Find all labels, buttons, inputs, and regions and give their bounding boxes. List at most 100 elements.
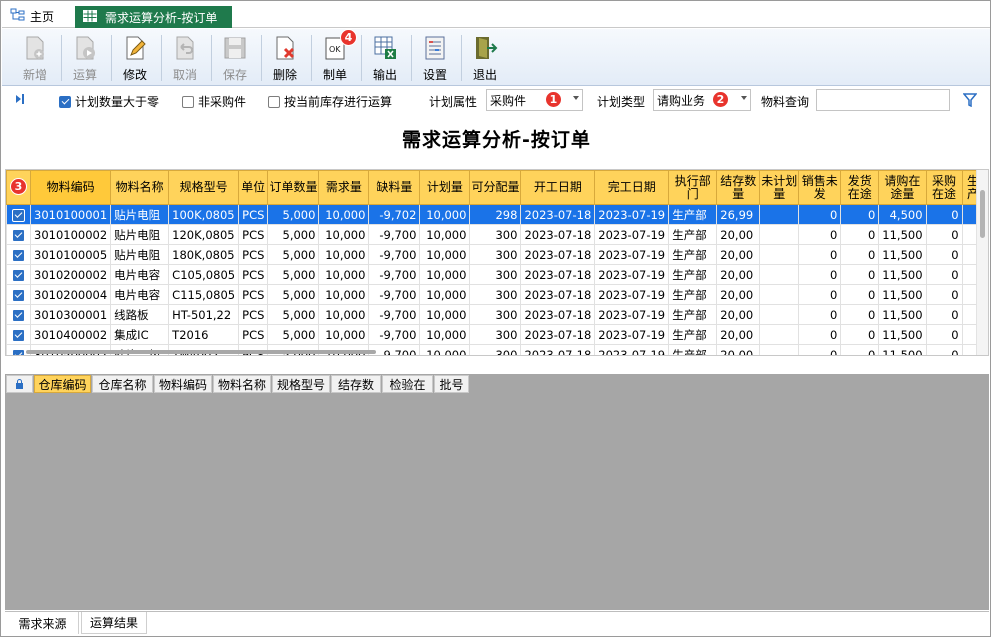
table-cell[interactable]: 300: [469, 304, 522, 325]
checkbox-checked-icon[interactable]: [12, 328, 25, 342]
table-cell[interactable]: 3010200004: [29, 284, 112, 305]
column-header[interactable]: 订单数量: [267, 170, 320, 205]
table-cell[interactable]: 2023-07-18: [520, 284, 596, 305]
table-cell[interactable]: 11,500: [878, 224, 927, 245]
table-cell[interactable]: [759, 284, 800, 305]
table-cell[interactable]: 2023-07-19: [594, 204, 670, 225]
table-cell[interactable]: 10,000: [419, 284, 471, 305]
table-cell[interactable]: 生产部: [668, 284, 718, 305]
table-cell[interactable]: 20,00: [716, 304, 761, 325]
column-header[interactable]: 采购在途: [925, 170, 963, 205]
table-cell[interactable]: -9,700: [368, 264, 421, 285]
table-cell[interactable]: 11,500: [878, 284, 927, 305]
table-row[interactable]: 3010100005 贴片电阻 180K,0805 PCS 5,000 10,000 -9,…: [6, 244, 985, 265]
table-cell[interactable]: 100K,0805: [168, 204, 240, 225]
table-cell[interactable]: 0: [798, 344, 842, 355]
column-header[interactable]: 发货在途: [840, 170, 880, 205]
table-cell[interactable]: 10,000: [318, 244, 370, 265]
table-cell[interactable]: 5,000: [267, 244, 320, 265]
column-header[interactable]: 完工日期: [594, 170, 670, 205]
row-checkbox[interactable]: [6, 324, 31, 345]
chevron-down-icon[interactable]: [573, 96, 579, 100]
table-cell[interactable]: 5,000: [267, 284, 320, 305]
table-row[interactable]: 3010100002 贴片电阻 120K,0805 PCS 5,000 10,000 -9,…: [6, 224, 985, 245]
table-cell[interactable]: 20,00: [716, 344, 761, 355]
table-row[interactable]: 3010100001 贴片电阻 100K,0805 PCS 5,000 10,000 -9,…: [6, 204, 985, 225]
table-row[interactable]: 3010400002 集成IC T2016 PCS 5,000 10,000 -9,700 1…: [6, 324, 985, 345]
table-cell[interactable]: 0: [925, 304, 963, 325]
table-cell[interactable]: 2023-07-18: [520, 324, 596, 345]
table-cell[interactable]: 2023-07-18: [520, 304, 596, 325]
table-cell[interactable]: -9,700: [368, 224, 421, 245]
column-header[interactable]: 规格型号: [168, 170, 240, 205]
settings-button[interactable]: 设置: [411, 32, 459, 84]
column-header[interactable]: 需求量: [318, 170, 370, 205]
column-header[interactable]: 物料编码: [29, 170, 112, 205]
table-cell[interactable]: 120K,0805: [168, 224, 240, 245]
tab-demand-analysis[interactable]: 需求运算分析-按订单: [75, 6, 232, 28]
table-cell[interactable]: 2023-07-19: [594, 284, 670, 305]
table-row[interactable]: 3010200002 电片电容 C105,0805 PCS 5,000 10,000 -9,…: [6, 264, 985, 285]
table-cell[interactable]: 2023-07-18: [520, 344, 596, 355]
row-checkbox[interactable]: [6, 284, 31, 305]
table-cell[interactable]: 3010300001: [29, 304, 112, 325]
table-cell[interactable]: 4,500: [878, 204, 927, 225]
table-cell[interactable]: -9,700: [368, 284, 421, 305]
table-cell[interactable]: 10,000: [318, 264, 370, 285]
table-cell[interactable]: 0: [840, 244, 880, 265]
table-cell[interactable]: 3010100002: [29, 224, 112, 245]
stock-column-header[interactable]: 物料名称: [213, 375, 271, 393]
table-cell[interactable]: 贴片电阻: [110, 224, 170, 245]
new-button[interactable]: 新增: [11, 32, 59, 84]
table-cell[interactable]: 20,00: [716, 244, 761, 265]
checkbox-unchecked[interactable]: [182, 95, 194, 108]
table-cell[interactable]: 10,000: [419, 244, 471, 265]
make-order-button[interactable]: OK 制单 4: [311, 29, 359, 84]
column-header[interactable]: 物料名称: [110, 170, 170, 205]
table-cell[interactable]: 298: [469, 204, 522, 225]
non-purchase-checkbox[interactable]: 非采购件: [182, 93, 246, 110]
table-cell[interactable]: C105,0805: [168, 264, 240, 285]
column-header[interactable]: 销售未发: [798, 170, 842, 205]
table-cell[interactable]: [759, 264, 800, 285]
table-cell[interactable]: 0: [925, 244, 963, 265]
table-cell[interactable]: 10,000: [419, 304, 471, 325]
run-button[interactable]: 运算: [61, 32, 109, 84]
column-header[interactable]: 单位: [238, 170, 269, 205]
table-cell[interactable]: PCS: [238, 284, 269, 305]
plan-type-select[interactable]: 请购业务: [653, 89, 751, 111]
table-cell[interactable]: 3010100005: [29, 244, 112, 265]
table-cell[interactable]: 5,000: [267, 264, 320, 285]
checkbox-checked-icon[interactable]: [12, 248, 25, 262]
table-cell[interactable]: 0: [840, 224, 880, 245]
table-cell[interactable]: 0: [840, 284, 880, 305]
table-cell[interactable]: 300: [469, 284, 522, 305]
checkbox-checked-icon[interactable]: [12, 208, 25, 222]
material-query-input[interactable]: [816, 89, 950, 111]
table-cell[interactable]: 3010200002: [29, 264, 112, 285]
stock-column-header[interactable]: 批号: [434, 375, 469, 393]
table-cell[interactable]: 贴片电阻: [110, 204, 170, 225]
table-cell[interactable]: 11,500: [878, 304, 927, 325]
stock-column-header[interactable]: 规格型号: [272, 375, 330, 393]
table-cell[interactable]: 2023-07-19: [594, 264, 670, 285]
table-cell[interactable]: 20,00: [716, 324, 761, 345]
table-cell[interactable]: 生产部: [668, 204, 718, 225]
table-cell[interactable]: 0: [798, 264, 842, 285]
table-cell[interactable]: 2023-07-19: [594, 344, 670, 355]
table-cell[interactable]: 贴片电阻: [110, 244, 170, 265]
table-cell[interactable]: 2023-07-18: [520, 244, 596, 265]
table-row[interactable]: 3010200004 电片电容 C115,0805 PCS 5,000 10,000 -9,…: [6, 284, 985, 305]
table-cell[interactable]: 2023-07-19: [594, 324, 670, 345]
table-cell[interactable]: 生产部: [668, 304, 718, 325]
table-cell[interactable]: PCS: [238, 304, 269, 325]
tab-demand-source[interactable]: 需求来源: [7, 612, 79, 634]
edit-button[interactable]: 修改: [111, 32, 159, 84]
table-cell[interactable]: HT-501,22: [168, 304, 240, 325]
table-cell[interactable]: 10,000: [318, 304, 370, 325]
tab-calc-result[interactable]: 运算结果: [81, 612, 147, 634]
table-cell[interactable]: PCS: [238, 224, 269, 245]
column-header[interactable]: 计划量: [419, 170, 471, 205]
plan-attr-select[interactable]: 采购件: [486, 89, 583, 111]
lock-icon[interactable]: [6, 375, 33, 393]
